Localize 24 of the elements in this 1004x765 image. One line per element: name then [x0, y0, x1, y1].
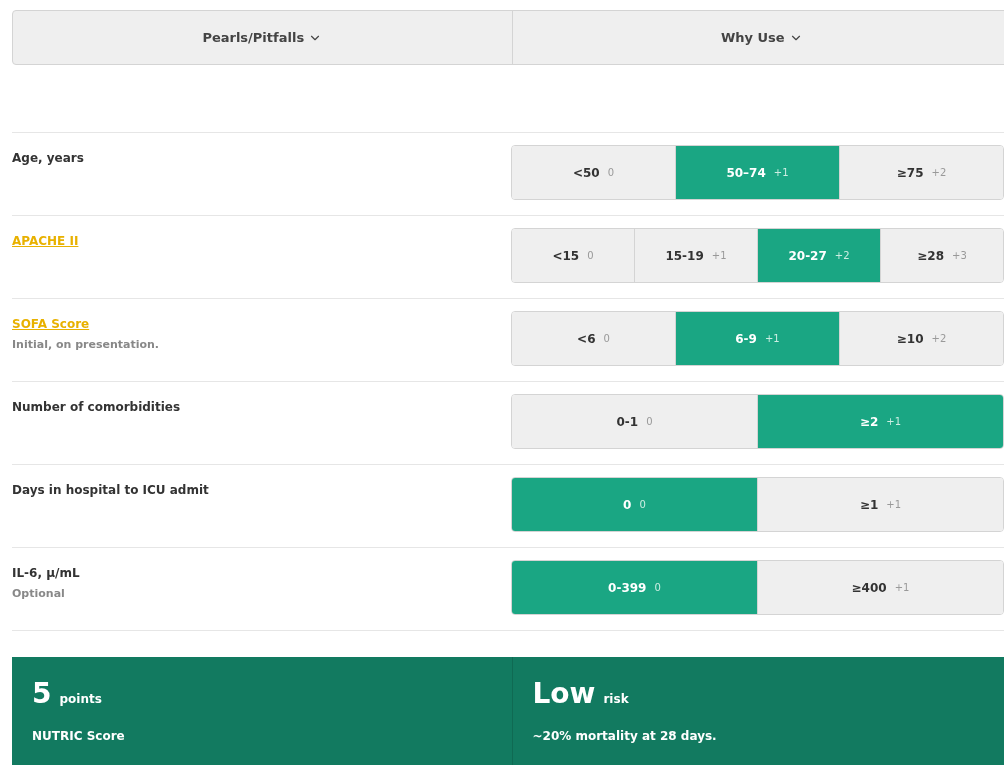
option-button[interactable]: ≥28 +3	[880, 229, 1003, 282]
risk-description: ~20% mortality at 28 days.	[532, 728, 718, 745]
option-button[interactable]: ≥1 +1	[757, 478, 1003, 531]
option-button[interactable]: <15 0	[511, 229, 634, 282]
option-button[interactable]: <50 0	[511, 146, 675, 199]
field-label: IL-6, µ/mL	[12, 565, 81, 582]
option-button[interactable]: <6 0	[511, 312, 675, 365]
option-button[interactable]: ≥75 +2	[839, 146, 1003, 199]
option-button[interactable]: ≥400 +1	[757, 561, 1003, 614]
section-tab[interactable]: Why Use	[511, 11, 1004, 64]
option-button[interactable]: 15-19 +1	[634, 229, 757, 282]
field-label: Number of comorbidities	[12, 399, 182, 416]
score-unit: points	[59, 691, 102, 708]
score-name: NUTRIC Score	[32, 728, 126, 745]
score-value: 5	[32, 676, 52, 712]
risk-unit: risk	[603, 691, 629, 708]
field-label: Age, years	[12, 150, 85, 167]
section-tab[interactable]: Pearls/Pitfalls	[13, 11, 512, 64]
field-note: Optional	[12, 586, 66, 602]
risk-level: Low	[532, 676, 596, 712]
field-label: Days in hospital to ICU admit	[12, 482, 210, 499]
option-button[interactable]: ≥10 +2	[839, 312, 1003, 365]
field-note: Initial, on presentation.	[12, 337, 161, 353]
option-button[interactable]: 0-1 0	[511, 395, 757, 448]
